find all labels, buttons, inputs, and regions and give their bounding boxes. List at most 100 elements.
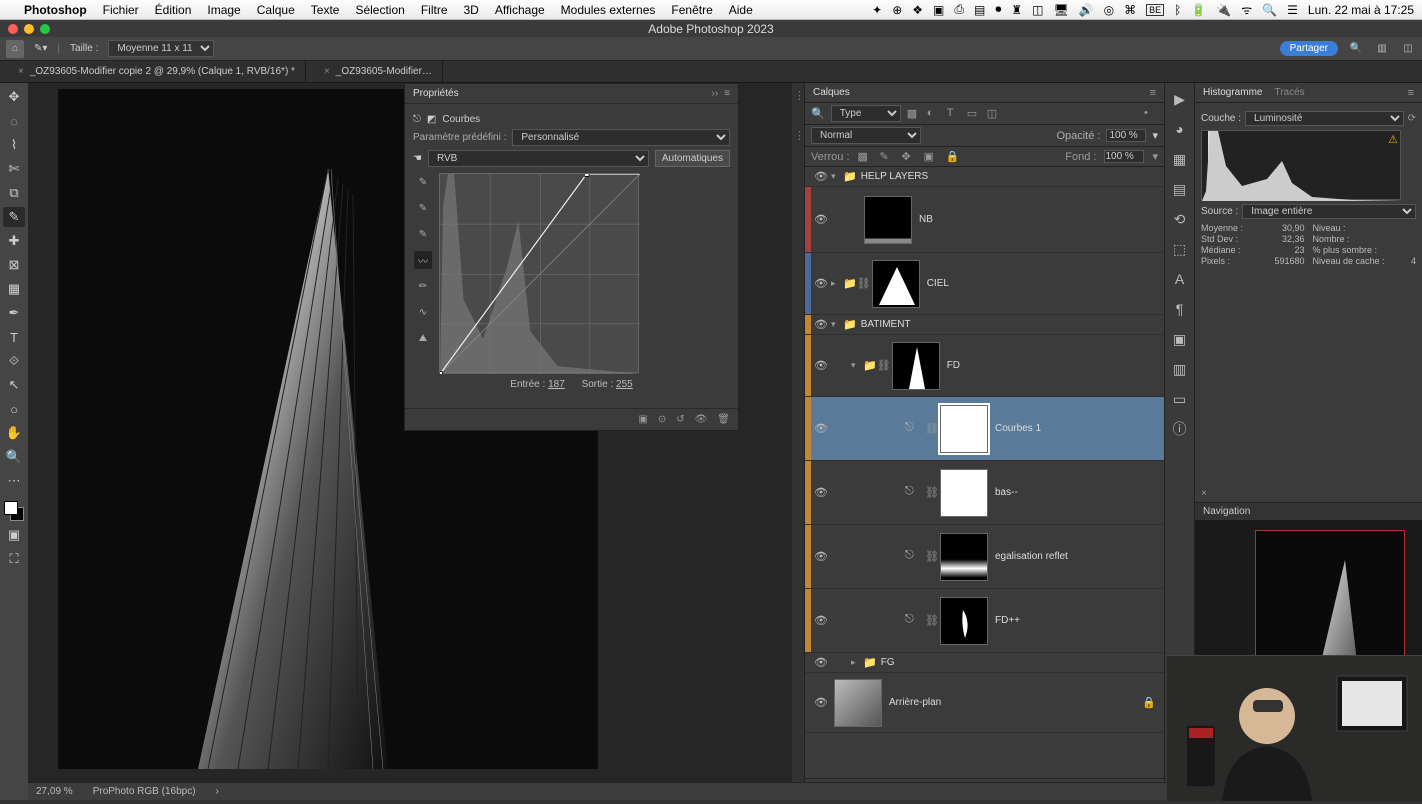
- layer-row[interactable]: 👁 ⎋ ⛓ FD++: [805, 589, 1164, 653]
- filter-adjust-icon[interactable]: ◐: [927, 107, 941, 121]
- panel-menu-icon[interactable]: ≡: [724, 88, 730, 99]
- visibility-toggle[interactable]: 👁: [811, 550, 831, 563]
- status-icon[interactable]: ⌘: [1124, 3, 1136, 17]
- refresh-icon[interactable]: ⟳: [1408, 113, 1416, 124]
- layer-row[interactable]: 👁 ▾ 📁 ⛓ FD: [805, 335, 1164, 397]
- hand-tool[interactable]: ✋: [3, 423, 25, 443]
- pen-tool[interactable]: ✒: [3, 303, 25, 323]
- view-previous-icon[interactable]: ⊙: [658, 414, 666, 425]
- eyedropper-gray-icon[interactable]: ✎: [414, 199, 432, 217]
- lock-artboard-icon[interactable]: ▣: [924, 150, 938, 163]
- fold-icon[interactable]: ▾: [851, 360, 863, 371]
- layer-group-header[interactable]: 👁 ▾ 📁 BATIMENT: [805, 315, 1164, 335]
- histogram-tab[interactable]: Histogramme: [1203, 87, 1262, 98]
- layer-filter-kind[interactable]: Type: [831, 105, 901, 122]
- visibility-toggle[interactable]: 👁: [811, 656, 831, 669]
- info-icon[interactable]: ⓘ: [1170, 419, 1190, 439]
- layer-row[interactable]: 👁 ⎋ ⛓ bas--: [805, 461, 1164, 525]
- lock-position-icon[interactable]: ✥: [902, 150, 916, 163]
- share-button[interactable]: Partager: [1280, 41, 1338, 56]
- quick-select-tool[interactable]: ✄: [3, 159, 25, 179]
- path-select-tool[interactable]: ↖: [3, 375, 25, 395]
- eyedropper-tool-icon[interactable]: ✎▾: [34, 43, 47, 54]
- status-icon[interactable]: ❖: [912, 3, 923, 17]
- visibility-toggle[interactable]: 👁: [811, 359, 831, 372]
- histogram-clip-icon[interactable]: ⛰: [414, 329, 432, 347]
- close-tab-icon[interactable]: ×: [18, 66, 24, 77]
- screen-mode-toggle[interactable]: ⛶: [3, 549, 25, 569]
- panel-menu-icon[interactable]: ≡: [1408, 87, 1414, 99]
- libraries-icon[interactable]: ▤: [1170, 179, 1190, 199]
- link-icon[interactable]: ⛓: [925, 614, 937, 627]
- mask-thumbnail[interactable]: [940, 533, 988, 581]
- close-window-button[interactable]: [8, 24, 18, 34]
- filter-shape-icon[interactable]: ▭: [967, 107, 981, 121]
- layer-row[interactable]: 👁 ⎋ ⛓ Courbes 1: [805, 397, 1164, 461]
- collapse-icon[interactable]: ››: [711, 88, 718, 99]
- mask-thumbnail[interactable]: [940, 597, 988, 645]
- navigation-tab[interactable]: Navigation: [1203, 506, 1250, 517]
- cache-warning-icon[interactable]: ⚠: [1388, 133, 1398, 146]
- paragraph-icon[interactable]: ¶: [1170, 299, 1190, 319]
- pencil-icon[interactable]: ✏: [414, 277, 432, 295]
- status-icon[interactable]: ▤: [974, 3, 985, 17]
- menu-layer[interactable]: Calque: [257, 3, 295, 17]
- wifi-icon[interactable]: ᯤ: [1241, 1, 1252, 18]
- curve-edit-icon[interactable]: 〰: [414, 251, 432, 269]
- character-icon[interactable]: A: [1170, 269, 1190, 289]
- visibility-toggle[interactable]: 👁: [811, 170, 831, 183]
- opacity-input[interactable]: [1106, 129, 1146, 142]
- status-icon[interactable]: ⏺: [995, 2, 1001, 17]
- fold-icon[interactable]: ▸: [851, 657, 863, 668]
- clone-tool[interactable]: ⟐: [3, 351, 25, 371]
- status-icon[interactable]: ⎙: [954, 2, 964, 17]
- lasso-tool[interactable]: ⌇: [3, 135, 25, 155]
- paths-tab[interactable]: Tracés: [1274, 87, 1304, 98]
- layer-thumbnail[interactable]: [864, 196, 912, 244]
- dropdown-icon[interactable]: ▾: [1152, 150, 1158, 163]
- dropdown-icon[interactable]: ▾: [1152, 129, 1158, 142]
- properties-tab[interactable]: Propriétés: [413, 88, 459, 99]
- status-icon[interactable]: ♜: [1011, 3, 1022, 17]
- filter-pixel-icon[interactable]: ▩: [907, 107, 921, 121]
- link-icon[interactable]: ⛓: [925, 486, 937, 499]
- targeted-adjust-icon[interactable]: ☚: [413, 153, 422, 164]
- filter-type-icon[interactable]: T: [947, 107, 961, 121]
- panel-menu-icon[interactable]: ≡: [1150, 87, 1156, 99]
- quick-mask-toggle[interactable]: ▣: [3, 525, 25, 545]
- channel-select[interactable]: RVB: [428, 150, 649, 167]
- panel-grip[interactable]: ⋮ ⋮: [792, 83, 804, 800]
- visibility-toggle[interactable]: 👁: [811, 422, 831, 435]
- zoom-window-button[interactable]: [40, 24, 50, 34]
- smooth-icon[interactable]: ∿: [414, 303, 432, 321]
- color-swatch[interactable]: [4, 501, 24, 521]
- battery-icon[interactable]: 🔌: [1216, 3, 1231, 17]
- home-button[interactable]: ⌂: [6, 40, 24, 58]
- styles-icon[interactable]: ⬚: [1170, 239, 1190, 259]
- search-icon[interactable]: 🔍: [1348, 41, 1364, 57]
- menu-filter[interactable]: Filtre: [421, 3, 448, 17]
- visibility-toggle[interactable]: 👁: [811, 277, 831, 290]
- move-tool[interactable]: ✥: [3, 87, 25, 107]
- frame-tool[interactable]: ⊠: [3, 255, 25, 275]
- gradient-tool[interactable]: ▦: [3, 279, 25, 299]
- layer-thumbnail[interactable]: [834, 679, 882, 727]
- menu-window[interactable]: Fenêtre: [671, 3, 712, 17]
- link-icon[interactable]: ⛓: [877, 359, 889, 372]
- link-icon[interactable]: ⛓: [925, 550, 937, 563]
- reset-icon[interactable]: ↺: [676, 414, 684, 425]
- layer-row[interactable]: 👁 ⎋ ⛓ egalisation reflet: [805, 525, 1164, 589]
- lock-paint-icon[interactable]: ✎: [880, 150, 894, 163]
- preset-select[interactable]: Personnalisé: [512, 129, 730, 146]
- menu-file[interactable]: Fichier: [103, 3, 139, 17]
- fold-icon[interactable]: ▸: [831, 278, 843, 289]
- layers-icon[interactable]: ▣: [1170, 329, 1190, 349]
- workspace-icon[interactable]: ▥: [1374, 41, 1390, 57]
- sample-size-select[interactable]: Moyenne 11 x 11: [108, 40, 214, 57]
- link-icon[interactable]: ⛓: [925, 422, 937, 435]
- close-icon[interactable]: ×: [1201, 488, 1207, 499]
- toggle-visibility-icon[interactable]: 👁: [695, 414, 708, 425]
- status-icon[interactable]: ◫: [1032, 3, 1043, 17]
- layer-group-header[interactable]: 👁 ▾ 📁 HELP LAYERS: [805, 167, 1164, 187]
- auto-button[interactable]: Automatiques: [655, 150, 730, 167]
